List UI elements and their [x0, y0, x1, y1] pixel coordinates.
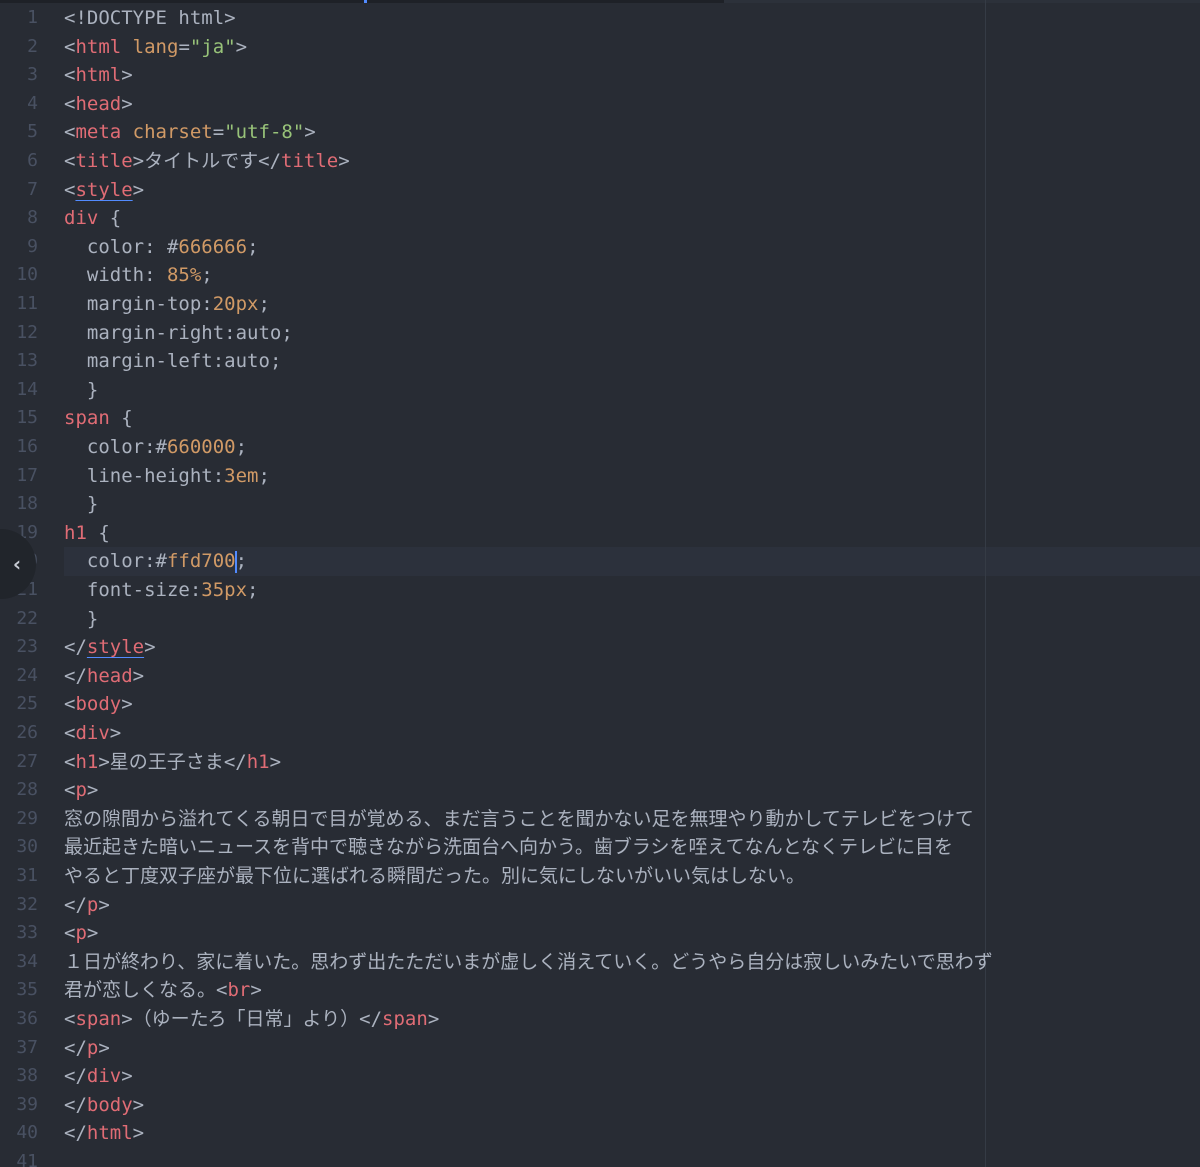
- code-line[interactable]: h1 {: [64, 519, 110, 548]
- line-number: 36: [16, 1008, 38, 1029]
- code-line[interactable]: <h1>星の王子さま</h1>: [64, 748, 281, 777]
- line-number: 3: [27, 64, 38, 86]
- code-line[interactable]: <body>: [64, 690, 133, 719]
- line-number: 40: [16, 1122, 38, 1144]
- code-line[interactable]: <html lang="ja">: [64, 33, 247, 62]
- code-line[interactable]: <html>: [64, 61, 133, 90]
- code-line[interactable]: width: 85%;: [64, 261, 213, 290]
- code-editor[interactable]: 1234567891011121314151617181920212223242…: [0, 0, 1200, 1167]
- line-number: 29: [16, 807, 38, 829]
- code-line[interactable]: font-size:35px;: [64, 576, 259, 605]
- code-line[interactable]: </body>: [64, 1091, 144, 1120]
- code-line[interactable]: <title>タイトルです</title>: [64, 147, 350, 176]
- line-number: 35: [16, 979, 38, 1001]
- line-number: 13: [16, 350, 38, 372]
- line-number: 16: [16, 436, 38, 457]
- code-line[interactable]: margin-right:auto;: [64, 319, 293, 348]
- code-line[interactable]: span {: [64, 404, 133, 433]
- line-number: 6: [27, 150, 38, 171]
- code-line[interactable]: <style>: [64, 176, 144, 205]
- code-line[interactable]: <head>: [64, 90, 133, 119]
- code-line[interactable]: やると丁度双子座が最下位に選ばれる瞬間だった。別に気にしないがいい気はしない。: [64, 862, 805, 891]
- line-number: 34: [16, 950, 38, 972]
- line-number: 7: [27, 178, 38, 200]
- line-number: 11: [16, 293, 38, 314]
- code-line[interactable]: }: [64, 605, 98, 634]
- line-number: 15: [16, 407, 38, 429]
- line-number: 24: [16, 664, 38, 686]
- line-number: 25: [16, 693, 38, 715]
- line-number: 2: [27, 35, 38, 57]
- code-line[interactable]: </p>: [64, 891, 110, 920]
- line-number: 5: [27, 121, 38, 143]
- code-line[interactable]: </div>: [64, 1062, 133, 1091]
- code-line[interactable]: <p>: [64, 919, 98, 948]
- code-line[interactable]: color: #666666;: [64, 233, 259, 262]
- line-number: 4: [27, 92, 38, 114]
- line-number: 26: [16, 722, 38, 743]
- code-line[interactable]: 最近起きた暗いニュースを背中で聴きながら洗面台へ向かう。歯ブラシを咥えてなんとな…: [64, 833, 953, 862]
- line-number: 30: [16, 836, 38, 858]
- code-line[interactable]: </p>: [64, 1034, 110, 1063]
- code-line[interactable]: <meta charset="utf-8">: [64, 118, 316, 147]
- code-line[interactable]: }: [64, 376, 98, 405]
- code-line[interactable]: 君が恋しくなる。<br>: [64, 976, 262, 1005]
- line-number: 8: [27, 207, 38, 229]
- line-number: 28: [16, 779, 38, 801]
- code-line[interactable]: color:#ffd700;: [64, 547, 247, 576]
- code-line[interactable]: １日が終わり、家に着いた。思わず出たただいまが虚しく消えていく。どうやら自分は寂…: [64, 948, 993, 977]
- code-line[interactable]: 窓の隙間から溢れてくる朝日で目が覚める、まだ言うことを聞かない足を無理やり動かし…: [64, 805, 974, 834]
- code-line[interactable]: <!DOCTYPE html>: [64, 4, 236, 33]
- line-number: 37: [16, 1036, 38, 1058]
- code-line[interactable]: color:#660000;: [64, 433, 247, 462]
- code-line[interactable]: </style>: [64, 633, 156, 662]
- line-number: 22: [16, 607, 38, 629]
- code-line[interactable]: margin-left:auto;: [64, 347, 282, 376]
- line-number: 39: [16, 1093, 38, 1115]
- line-number: 41: [16, 1151, 38, 1167]
- line-number: 23: [16, 636, 38, 658]
- line-number: 31: [16, 865, 38, 886]
- line-number: 18: [16, 493, 38, 515]
- line-number: 14: [16, 378, 38, 400]
- line-number: 27: [16, 750, 38, 772]
- line-number: 38: [16, 1065, 38, 1087]
- code-line[interactable]: div {: [64, 204, 121, 233]
- code-line[interactable]: </head>: [64, 662, 144, 691]
- code-area[interactable]: <!DOCTYPE html> <html lang="ja"> <html> <he…: [64, 0, 1200, 1167]
- code-line[interactable]: </html>: [64, 1119, 144, 1148]
- line-number: 1: [27, 7, 38, 28]
- code-line[interactable]: line-height:3em;: [64, 462, 270, 491]
- code-line[interactable]: margin-top:20px;: [64, 290, 270, 319]
- code-line[interactable]: <span>（ゆーたろ「日常」より）</span>: [64, 1005, 439, 1034]
- code-line[interactable]: <div>: [64, 719, 121, 748]
- line-number: 9: [27, 235, 38, 257]
- line-number: 33: [16, 922, 38, 944]
- line-number: 10: [16, 264, 38, 286]
- line-number: 32: [16, 893, 38, 915]
- line-number: 12: [16, 321, 38, 343]
- code-line[interactable]: }: [64, 490, 98, 519]
- chevron-left-icon: ‹: [12, 552, 22, 576]
- line-number: 17: [16, 464, 38, 486]
- code-line[interactable]: <p>: [64, 776, 98, 805]
